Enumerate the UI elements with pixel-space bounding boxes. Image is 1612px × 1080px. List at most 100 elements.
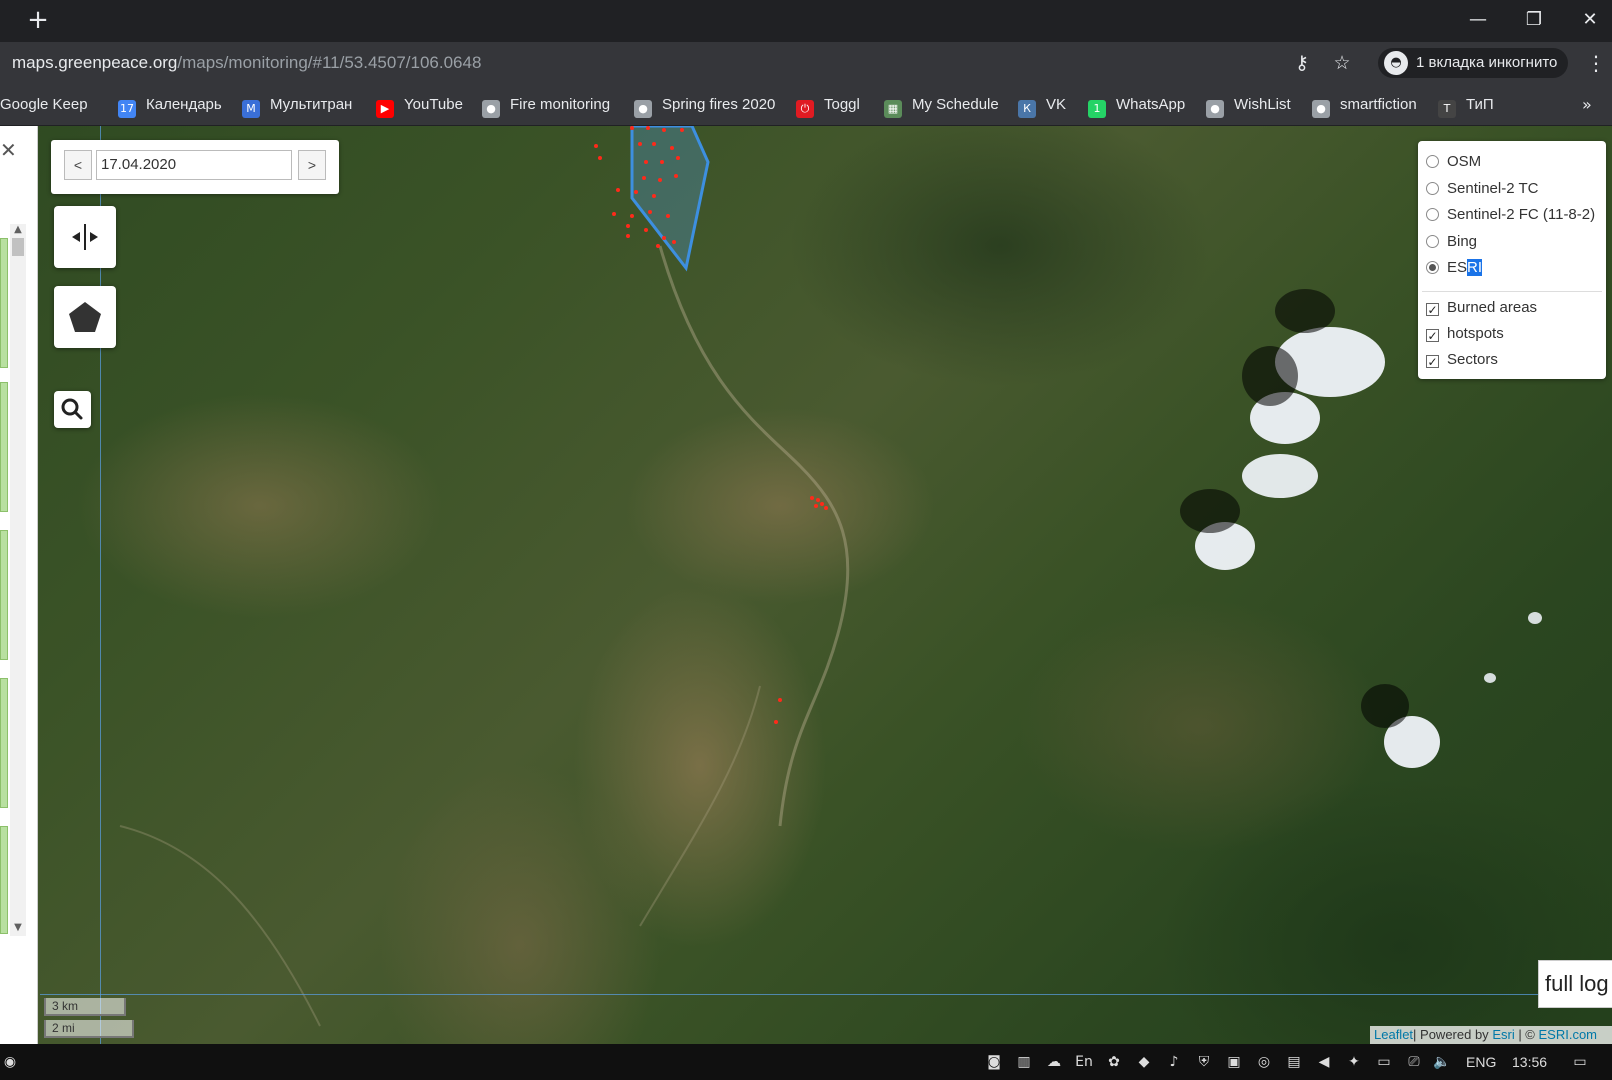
esri-com-link[interactable]: ESRI.com	[1539, 1027, 1598, 1042]
bookmark-item[interactable]: M Мультитран	[242, 94, 352, 118]
bookmark-item[interactable]: ● Fire monitoring	[482, 94, 610, 118]
lock-icon[interactable]: ▣	[1224, 1052, 1244, 1072]
flag-icon[interactable]: ◀	[1314, 1052, 1334, 1072]
close-icon[interactable]: ✕	[0, 138, 17, 162]
close-window-button[interactable]: ✕	[1568, 6, 1612, 34]
hotspot-marker[interactable]	[646, 126, 650, 130]
microphone-icon[interactable]: ♪	[1164, 1052, 1184, 1072]
hotspot-marker[interactable]	[648, 210, 652, 214]
hotspot-marker[interactable]	[634, 190, 638, 194]
bookmark-item[interactable]: ● WishList	[1206, 94, 1291, 118]
hotspot-marker[interactable]	[630, 214, 634, 218]
hotspot-marker[interactable]	[662, 236, 666, 240]
split-compare-button[interactable]	[54, 206, 116, 268]
sidebar-panel-tab[interactable]	[0, 826, 8, 934]
battery-icon[interactable]: ▭	[1374, 1052, 1394, 1072]
date-input[interactable]: 17.04.2020	[96, 150, 292, 180]
network-icon[interactable]: ⎚	[1404, 1052, 1424, 1072]
base-layer-option[interactable]: OSM	[1426, 151, 1481, 173]
hotspot-marker[interactable]	[626, 224, 630, 228]
hotspot-marker[interactable]	[660, 160, 664, 164]
taskbar-app-icon[interactable]: ◉	[0, 1052, 20, 1072]
bookmark-item[interactable]: ● smartfiction	[1312, 94, 1417, 118]
hotspot-marker[interactable]	[820, 502, 824, 506]
hotspot-marker[interactable]	[674, 174, 678, 178]
hotspot-marker[interactable]	[644, 160, 648, 164]
search-button[interactable]	[54, 391, 91, 428]
draw-polygon-button[interactable]	[54, 286, 116, 348]
leaflet-link[interactable]: Leaflet	[1374, 1027, 1413, 1042]
incognito-badge[interactable]: ◓ 1 вкладка инкогнито	[1378, 48, 1568, 78]
new-tab-button[interactable]: +	[26, 6, 50, 34]
radio-button[interactable]	[1426, 235, 1439, 248]
hotspot-marker[interactable]	[644, 228, 648, 232]
esri-link[interactable]: Esri	[1492, 1027, 1514, 1042]
sidebar-scrollbar[interactable]: ▲ ▼	[10, 224, 26, 936]
base-layer-option[interactable]: Sentinel-2 FC (11-8-2)	[1426, 204, 1595, 226]
sidebar-panel-tab[interactable]	[0, 530, 8, 660]
reader-icon[interactable]: ▥	[1014, 1052, 1034, 1072]
base-layer-option[interactable]: Bing	[1426, 231, 1477, 253]
hotspot-marker[interactable]	[666, 214, 670, 218]
radio-button[interactable]	[1426, 182, 1439, 195]
base-layer-option[interactable]: Sentinel-2 TC	[1426, 178, 1538, 200]
bookmark-item[interactable]: ▶ YouTube	[376, 94, 463, 118]
hotspot-marker[interactable]	[612, 212, 616, 216]
hotspot-marker[interactable]	[680, 128, 684, 132]
browser-menu-icon[interactable]: ⋮	[1586, 51, 1606, 75]
hotspot-marker[interactable]	[656, 244, 660, 248]
network-app-icon[interactable]: ✦	[1344, 1052, 1364, 1072]
scroll-up-icon[interactable]: ▲	[12, 224, 24, 236]
clock[interactable]: 13:56	[1512, 1052, 1547, 1072]
discord-icon[interactable]: ◙	[984, 1052, 1004, 1072]
restore-button[interactable]: ❐	[1512, 6, 1556, 34]
hotspot-marker[interactable]	[652, 194, 656, 198]
security-icon[interactable]: ⛨	[1194, 1052, 1214, 1072]
star-icon[interactable]: ☆	[1330, 51, 1354, 75]
overlay-layer-option[interactable]: ✓ Burned areas	[1426, 297, 1537, 319]
shield-icon[interactable]: ◆	[1134, 1052, 1154, 1072]
prev-date-button[interactable]: <	[64, 150, 92, 180]
bookmark-item[interactable]: ● Spring fires 2020	[634, 94, 775, 118]
base-layer-option[interactable]: ESRI	[1426, 257, 1483, 279]
hotspot-marker[interactable]	[652, 142, 656, 146]
sidebar-panel-tab[interactable]	[0, 678, 8, 808]
overlay-layer-option[interactable]: ✓ hotspots	[1426, 323, 1504, 345]
bookmark-item[interactable]: Т ТиП	[1438, 94, 1494, 118]
full-log-button[interactable]: full log	[1538, 960, 1612, 1008]
hotspot-marker[interactable]	[778, 698, 782, 702]
overlay-layer-option[interactable]: ✓ Sectors	[1426, 349, 1498, 371]
bookmark-item[interactable]: Google Keep	[0, 94, 88, 116]
radio-button[interactable]	[1426, 261, 1439, 274]
hotspot-marker[interactable]	[824, 506, 828, 510]
hotspot-marker[interactable]	[658, 178, 662, 182]
bookmark-item[interactable]: 17 Календарь	[118, 94, 222, 118]
bookmark-item[interactable]: ▦ My Schedule	[884, 94, 999, 118]
hotspot-marker[interactable]	[670, 146, 674, 150]
satellite-map[interactable]	[0, 126, 1612, 1044]
next-date-button[interactable]: >	[298, 150, 326, 180]
hotspot-marker[interactable]	[616, 188, 620, 192]
hotspot-marker[interactable]	[638, 142, 642, 146]
scroll-thumb[interactable]	[12, 238, 24, 256]
notifications-icon[interactable]: ▭	[1570, 1052, 1590, 1072]
bookmark-item[interactable]: ⏻ Toggl	[796, 94, 860, 118]
hotspot-marker[interactable]	[626, 234, 630, 238]
bookmark-item[interactable]: 1 WhatsApp	[1088, 94, 1185, 118]
hotspot-marker[interactable]	[814, 504, 818, 508]
hotspot-marker[interactable]	[676, 156, 680, 160]
hotspot-marker[interactable]	[630, 126, 634, 130]
hotspot-marker[interactable]	[642, 176, 646, 180]
bookmark-item[interactable]: К VK	[1018, 94, 1066, 118]
input-method-icon[interactable]: En	[1074, 1052, 1094, 1072]
cloud-icon[interactable]: ☁	[1044, 1052, 1064, 1072]
hotspot-marker[interactable]	[594, 144, 598, 148]
scroll-down-icon[interactable]: ▼	[12, 922, 24, 934]
steam-icon[interactable]: ◎	[1254, 1052, 1274, 1072]
hotspot-marker[interactable]	[816, 498, 820, 502]
sidebar-panel-tab[interactable]	[0, 382, 8, 512]
radio-button[interactable]	[1426, 155, 1439, 168]
hotspot-marker[interactable]	[598, 156, 602, 160]
checkbox[interactable]: ✓	[1426, 329, 1439, 342]
minimize-button[interactable]: —	[1456, 6, 1500, 34]
